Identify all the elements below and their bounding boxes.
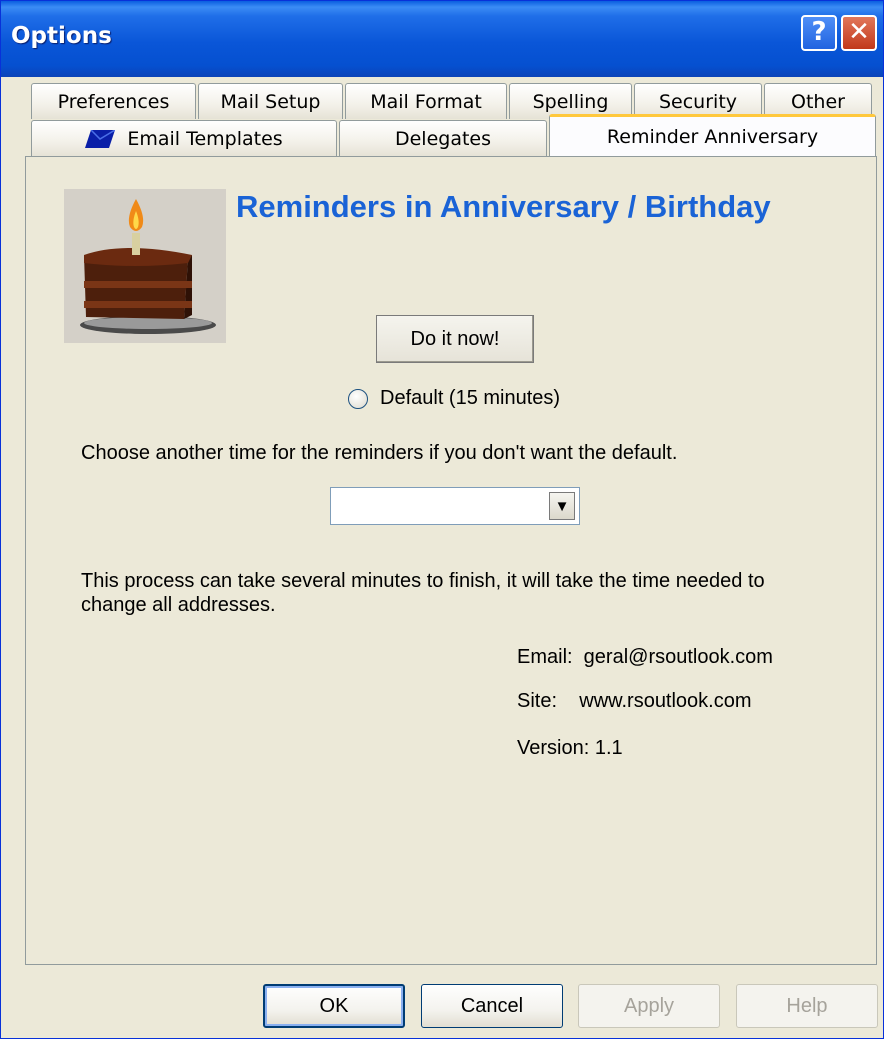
instruction-text: Choose another time for the reminders if… — [81, 442, 678, 464]
options-dialog: Options ? ✕ Preferences Mail Setup Mail … — [0, 0, 884, 1039]
tab-label: Other — [791, 90, 845, 113]
window-title: Options — [11, 23, 112, 49]
apply-button[interactable]: Apply — [578, 984, 720, 1028]
email-info: Email: geral@rsoutlook.com — [517, 646, 773, 668]
help-icon[interactable]: ? — [801, 15, 837, 51]
cancel-button[interactable]: Cancel — [421, 984, 563, 1028]
tab-label: Preferences — [57, 90, 170, 113]
default-radio[interactable] — [348, 389, 368, 409]
tab-mail-format[interactable]: Mail Format — [345, 83, 507, 119]
tab-mail-setup[interactable]: Mail Setup — [198, 83, 343, 119]
process-note: This process can take several minutes to… — [81, 570, 765, 616]
panel-heading: Reminders in Anniversary / Birthday — [236, 189, 771, 224]
reminder-time-select[interactable]: ▼ — [330, 487, 580, 525]
tab-label: Spelling — [532, 90, 609, 113]
tab-label: Security — [658, 90, 738, 113]
ok-button[interactable]: OK — [263, 984, 405, 1028]
tab-label: Email Templates — [127, 127, 283, 150]
default-radio-label[interactable]: Default (15 minutes) — [380, 387, 560, 410]
tab-preferences[interactable]: Preferences — [31, 83, 196, 119]
tab-delegates[interactable]: Delegates — [339, 120, 547, 156]
close-icon[interactable]: ✕ — [841, 15, 877, 51]
version-info: Version: 1.1 — [517, 737, 623, 759]
chevron-down-icon[interactable]: ▼ — [549, 492, 575, 520]
tab-label: Delegates — [394, 127, 492, 150]
title-bar: Options ? ✕ — [1, 1, 883, 77]
help-button[interactable]: Help — [736, 984, 878, 1028]
tab-reminder-anniversary[interactable]: Reminder Anniversary — [549, 114, 876, 156]
tab-label: Mail Setup — [220, 90, 321, 113]
site-info: Site: www.rsoutlook.com — [517, 690, 752, 712]
envelope-icon — [85, 128, 116, 148]
tab-email-templates[interactable]: Email Templates — [31, 120, 337, 156]
tab-panel: Reminders in Anniversary / Birthday Do i… — [25, 156, 877, 965]
tab-label: Reminder Anniversary — [606, 125, 819, 148]
birthday-cake-icon — [64, 189, 226, 343]
tab-label: Mail Format — [370, 90, 482, 113]
do-it-now-button[interactable]: Do it now! — [376, 315, 534, 363]
